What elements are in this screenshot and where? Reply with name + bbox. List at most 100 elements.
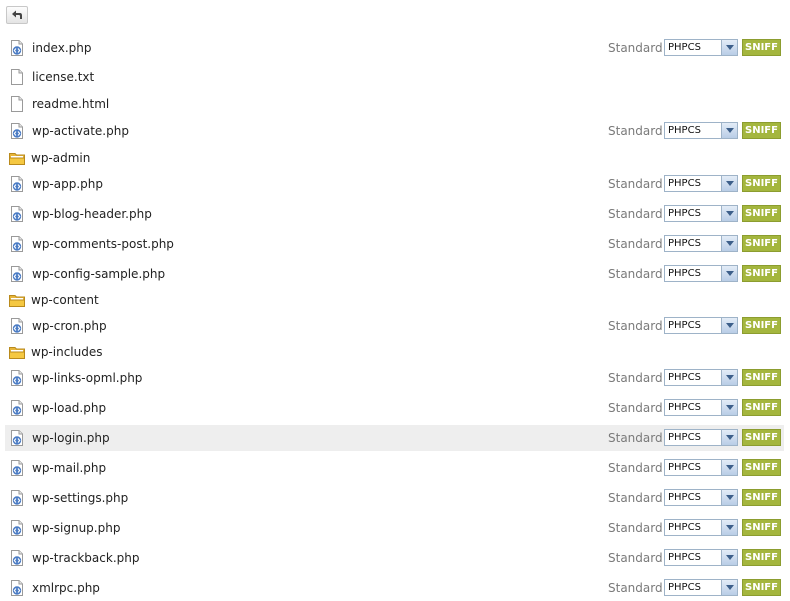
php-file-icon [9, 206, 25, 222]
file-name-link[interactable]: wp-activate.php [32, 123, 129, 139]
chevron-down-icon[interactable] [721, 176, 737, 191]
php-file-icon [9, 370, 25, 386]
file-name-link[interactable]: license.txt [32, 69, 94, 85]
chevron-down-icon[interactable] [721, 580, 737, 595]
chevron-down-icon[interactable] [721, 123, 737, 138]
standard-select[interactable]: PHPCS [664, 489, 738, 506]
standard-select[interactable]: PHPCS [664, 549, 738, 566]
chevron-down-icon[interactable] [721, 490, 737, 505]
file-row[interactable]: wp-load.php Standard: PHPCS SNIFF [5, 395, 784, 421]
file-name-link[interactable]: wp-load.php [32, 400, 106, 416]
standard-select[interactable]: PHPCS [664, 317, 738, 334]
folder-row[interactable]: wp-content [5, 287, 784, 313]
file-row[interactable]: wp-cron.php Standard: PHPCS SNIFF [5, 313, 784, 339]
file-name-link[interactable]: wp-blog-header.php [32, 206, 152, 222]
sniff-button[interactable]: SNIFF [742, 519, 781, 536]
file-row[interactable]: wp-links-opml.php Standard: PHPCS SNIFF [5, 365, 784, 391]
sniff-button[interactable]: SNIFF [742, 205, 781, 222]
php-file-icon [9, 550, 25, 566]
chevron-down-icon[interactable] [721, 206, 737, 221]
chevron-down-icon[interactable] [721, 400, 737, 415]
file-row[interactable]: wp-signup.php Standard: PHPCS SNIFF [5, 515, 784, 541]
file-name-link[interactable]: wp-comments-post.php [32, 236, 174, 252]
standard-select[interactable]: PHPCS [664, 175, 738, 192]
file-name-link[interactable]: index.php [32, 40, 91, 56]
standard-label: Standard: [608, 267, 667, 281]
file-name-link[interactable]: readme.html [32, 96, 109, 112]
file-name-link[interactable]: wp-app.php [32, 176, 103, 192]
standard-select[interactable]: PHPCS [664, 519, 738, 536]
sniff-button[interactable]: SNIFF [742, 122, 781, 139]
file-row[interactable]: readme.html [5, 91, 784, 117]
arrow-back-icon [12, 10, 22, 19]
file-row[interactable]: wp-trackback.php Standard: PHPCS SNIFF [5, 545, 784, 571]
sniff-button[interactable]: SNIFF [742, 369, 781, 386]
sniff-button[interactable]: SNIFF [742, 459, 781, 476]
file-row[interactable]: license.txt [5, 64, 784, 90]
file-name-link[interactable]: wp-signup.php [32, 520, 120, 536]
chevron-down-icon[interactable] [721, 318, 737, 333]
standard-label: Standard: [608, 401, 667, 415]
sniff-button[interactable]: SNIFF [742, 489, 781, 506]
chevron-down-icon[interactable] [721, 266, 737, 281]
file-row[interactable]: wp-settings.php Standard: PHPCS SNIFF [5, 485, 784, 511]
standard-select-value: PHPCS [668, 42, 701, 53]
folder-icon [9, 344, 25, 360]
standard-select[interactable]: PHPCS [664, 399, 738, 416]
file-name-link[interactable]: wp-login.php [32, 430, 110, 446]
standard-select[interactable]: PHPCS [664, 265, 738, 282]
sniff-button[interactable]: SNIFF [742, 429, 781, 446]
standard-select[interactable]: PHPCS [664, 235, 738, 252]
file-name-link[interactable]: wp-config-sample.php [32, 266, 165, 282]
standard-select[interactable]: PHPCS [664, 429, 738, 446]
standard-select-value: PHPCS [668, 582, 701, 593]
sniff-button[interactable]: SNIFF [742, 399, 781, 416]
file-name-link[interactable]: wp-content [31, 292, 99, 308]
chevron-down-icon[interactable] [721, 236, 737, 251]
chevron-down-icon[interactable] [721, 520, 737, 535]
folder-row[interactable]: wp-admin [5, 145, 784, 171]
file-name-link[interactable]: xmlrpc.php [32, 580, 100, 596]
sniff-button[interactable]: SNIFF [742, 175, 781, 192]
file-name-link[interactable]: wp-trackback.php [32, 550, 139, 566]
file-row[interactable]: wp-config-sample.php Standard: PHPCS SNIFF [5, 261, 784, 287]
php-file-icon [9, 430, 25, 446]
sniff-button[interactable]: SNIFF [742, 549, 781, 566]
file-name-link[interactable]: wp-links-opml.php [32, 370, 142, 386]
file-name-link[interactable]: wp-cron.php [32, 318, 107, 334]
sniff-button[interactable]: SNIFF [742, 579, 781, 596]
standard-select[interactable]: PHPCS [664, 122, 738, 139]
file-row[interactable]: wp-comments-post.php Standard: PHPCS SNIFF [5, 231, 784, 257]
sniff-button[interactable]: SNIFF [742, 235, 781, 252]
file-name-link[interactable]: wp-settings.php [32, 490, 128, 506]
standard-select-value: PHPCS [668, 462, 701, 473]
file-name-link[interactable]: wp-admin [31, 150, 90, 166]
sniff-button[interactable]: SNIFF [742, 265, 781, 282]
file-name-link[interactable]: wp-includes [31, 344, 103, 360]
file-row[interactable]: xmlrpc.php Standard: PHPCS SNIFF [5, 575, 784, 601]
folder-row[interactable]: wp-includes [5, 339, 784, 365]
chevron-down-icon[interactable] [721, 430, 737, 445]
standard-select[interactable]: PHPCS [664, 579, 738, 596]
standard-select[interactable]: PHPCS [664, 459, 738, 476]
sniff-button[interactable]: SNIFF [742, 317, 781, 334]
chevron-down-icon[interactable] [721, 460, 737, 475]
file-name-link[interactable]: wp-mail.php [32, 460, 106, 476]
standard-select-value: PHPCS [668, 238, 701, 249]
standard-select[interactable]: PHPCS [664, 369, 738, 386]
standard-label: Standard: [608, 124, 667, 138]
standard-label: Standard: [608, 41, 667, 55]
file-row[interactable]: wp-login.php Standard: PHPCS SNIFF [5, 425, 784, 451]
file-row[interactable]: index.php Standard: PHPCS SNIFF [5, 35, 784, 61]
chevron-down-icon[interactable] [721, 550, 737, 565]
chevron-down-icon[interactable] [721, 40, 737, 55]
file-row[interactable]: wp-blog-header.php Standard: PHPCS SNIFF [5, 201, 784, 227]
chevron-down-icon[interactable] [721, 370, 737, 385]
sniff-button[interactable]: SNIFF [742, 39, 781, 56]
file-row[interactable]: wp-app.php Standard: PHPCS SNIFF [5, 171, 784, 197]
standard-select[interactable]: PHPCS [664, 205, 738, 222]
file-row[interactable]: wp-mail.php Standard: PHPCS SNIFF [5, 455, 784, 481]
back-button[interactable] [6, 6, 28, 24]
standard-select[interactable]: PHPCS [664, 39, 738, 56]
file-row[interactable]: wp-activate.php Standard: PHPCS SNIFF [5, 118, 784, 144]
